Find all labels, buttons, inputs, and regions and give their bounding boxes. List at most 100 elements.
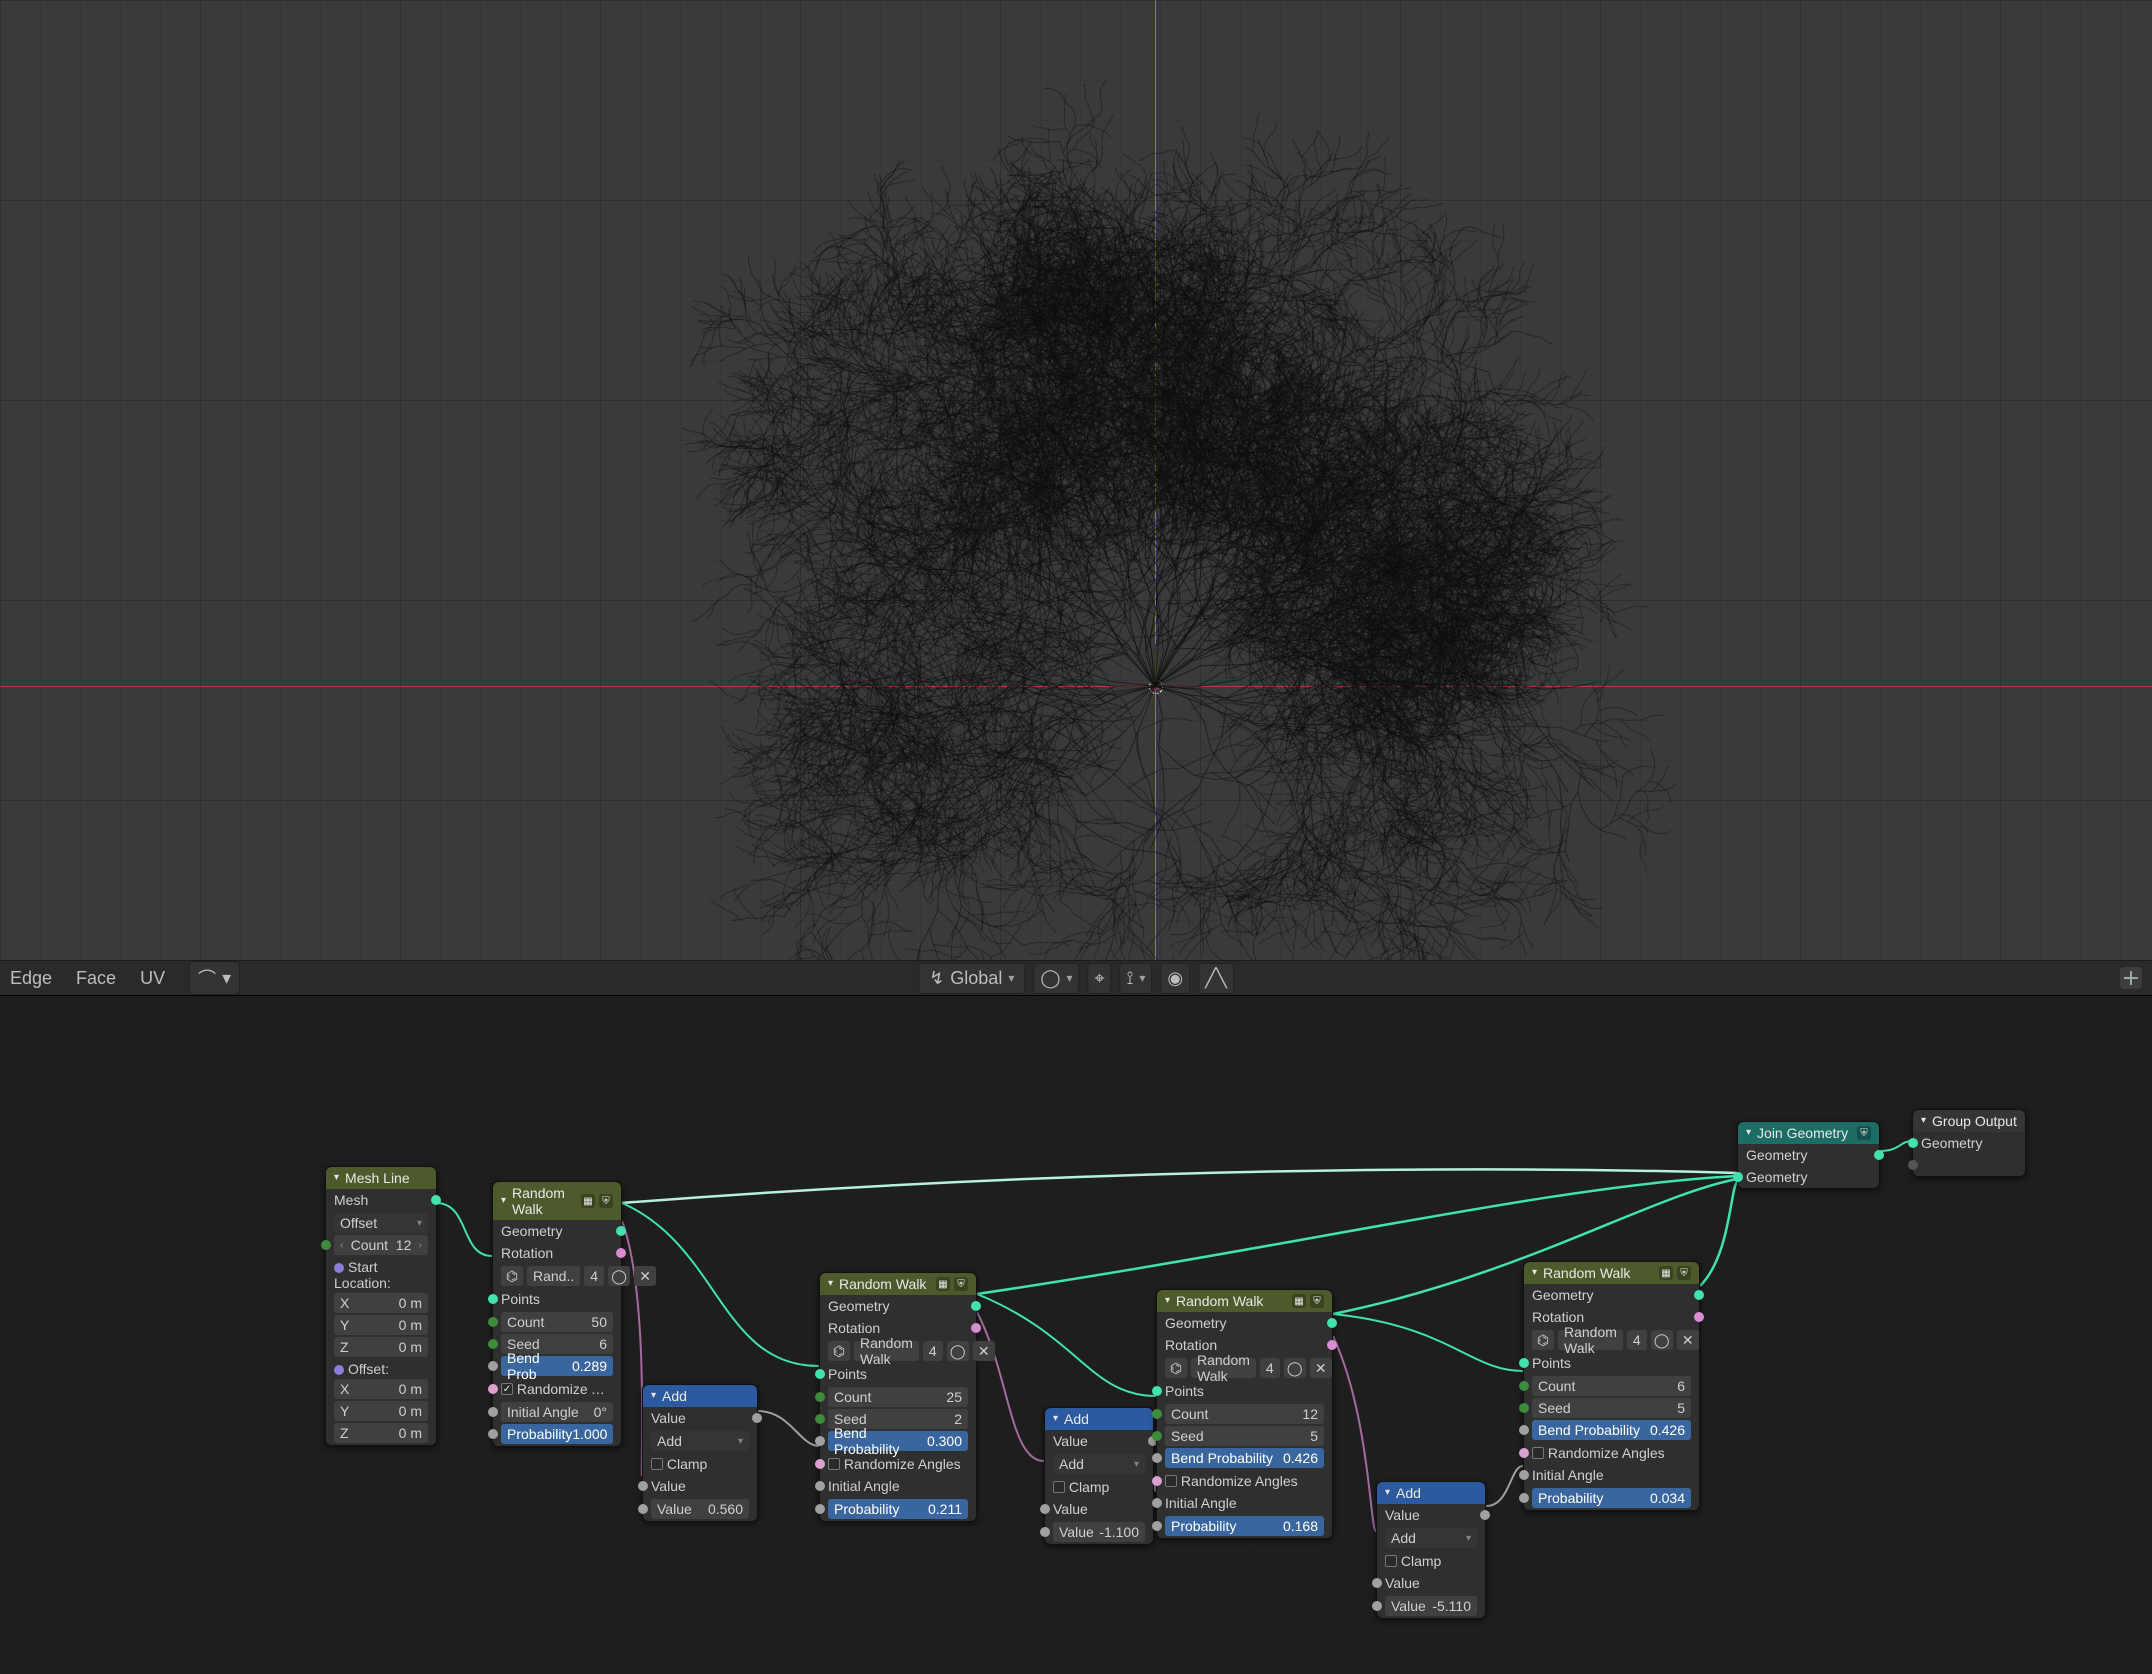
- pivot-dropdown[interactable]: ◯▾: [1033, 963, 1079, 994]
- node-title: Random Walk: [839, 1276, 926, 1292]
- node-random-walk-4[interactable]: ▾Random Walk▦⛨ Geometry Rotation ⌬ Rando…: [1523, 1261, 1700, 1511]
- link-name[interactable]: Random Walk: [854, 1341, 919, 1361]
- probability-field[interactable]: Probability1.000: [501, 1424, 613, 1444]
- nav-gizmo[interactable]: [2120, 967, 2142, 989]
- node-group-link[interactable]: ⌬ Random Walk 4 ◯ ✕: [1532, 1330, 1691, 1350]
- count-field[interactable]: Count25: [828, 1387, 968, 1407]
- count-field[interactable]: Count50: [501, 1312, 613, 1332]
- operation-dropdown[interactable]: Add▾: [1385, 1528, 1477, 1548]
- node-mesh-line[interactable]: ▾Mesh Line Mesh Offset▾ ‹Count 12› Start…: [325, 1166, 437, 1446]
- node-join-geometry[interactable]: ▾Join Geometry⛨ Geometry Geometry: [1737, 1121, 1880, 1189]
- node-links: [0, 996, 2152, 1674]
- node-icon[interactable]: ▦: [1659, 1266, 1673, 1280]
- link-name[interactable]: Random Walk: [1191, 1358, 1256, 1378]
- randomize-angles-check[interactable]: Randomize Angles: [493, 1378, 621, 1400]
- count-field[interactable]: Count6: [1532, 1376, 1691, 1396]
- unlink-icon[interactable]: ✕: [634, 1266, 656, 1286]
- collapse-icon[interactable]: ▾: [651, 1390, 656, 1401]
- shield-icon[interactable]: ⛨: [1310, 1294, 1324, 1308]
- node-group-link[interactable]: ⌬ Random Walk 4 ◯ ✕: [828, 1341, 968, 1361]
- value-field[interactable]: Value0.560: [651, 1499, 749, 1519]
- fake-user-icon[interactable]: ◯: [1284, 1358, 1306, 1378]
- mode-uv[interactable]: UV: [140, 968, 165, 989]
- node-title: Add: [1396, 1485, 1421, 1501]
- fake-user-icon[interactable]: ◯: [608, 1266, 630, 1286]
- mode-face[interactable]: Face: [76, 968, 116, 989]
- collapse-icon[interactable]: ▾: [334, 1172, 339, 1183]
- unlink-icon[interactable]: ✕: [1677, 1330, 1699, 1350]
- node-random-walk-1[interactable]: ▾Random Walk▦⛨ Geometry Rotation ⌬ Rand.…: [492, 1181, 622, 1447]
- collapse-icon[interactable]: ▾: [501, 1195, 506, 1206]
- initial-angle-field[interactable]: Initial Angle0°: [501, 1402, 613, 1422]
- collapse-icon[interactable]: ▾: [1746, 1127, 1751, 1138]
- count-field[interactable]: ‹Count 12›: [334, 1235, 428, 1255]
- collapse-icon[interactable]: ▾: [1532, 1267, 1537, 1278]
- fake-user-icon[interactable]: ◯: [947, 1341, 969, 1361]
- node-icon[interactable]: ▦: [936, 1277, 950, 1291]
- start-y[interactable]: Y0 m: [334, 1315, 428, 1335]
- transform-orientation[interactable]: ↯ Global ▾: [918, 963, 1025, 994]
- node-editor[interactable]: ▾Mesh Line Mesh Offset▾ ‹Count 12› Start…: [0, 996, 2152, 1674]
- bend-probability-field[interactable]: Bend Probability0.426: [1165, 1448, 1324, 1468]
- offset-y[interactable]: Y0 m: [334, 1401, 428, 1421]
- bend-probability-field[interactable]: Bend Probability0.300: [828, 1431, 968, 1451]
- randomize-angles-check[interactable]: Randomize Angles: [1157, 1470, 1332, 1492]
- shield-icon[interactable]: ⛨: [1677, 1266, 1691, 1280]
- node-group-link[interactable]: ⌬ Random Walk 4 ◯ ✕: [1165, 1358, 1324, 1378]
- count-field[interactable]: Count12: [1165, 1404, 1324, 1424]
- offset-x[interactable]: X0 m: [334, 1379, 428, 1399]
- value-field[interactable]: Value-5.110: [1385, 1596, 1477, 1616]
- shield-icon[interactable]: ⛨: [954, 1277, 968, 1291]
- node-add-2[interactable]: ▾Add Value Add▾ Clamp Value Value-1.100: [1044, 1407, 1154, 1545]
- shield-icon[interactable]: ⛨: [1857, 1126, 1871, 1140]
- probability-field[interactable]: Probability0.168: [1165, 1516, 1324, 1536]
- probability-field[interactable]: Probability0.034: [1532, 1488, 1691, 1508]
- node-add-3[interactable]: ▾Add Value Add▾ Clamp Value Value-5.110: [1376, 1481, 1486, 1619]
- operation-dropdown[interactable]: Add▾: [651, 1431, 749, 1451]
- falloff-dropdown[interactable]: ⌒▾: [189, 961, 240, 995]
- probability-field[interactable]: Probability0.211: [828, 1499, 968, 1519]
- node-group-output[interactable]: ▾Group Output Geometry: [1912, 1109, 2026, 1177]
- node-random-walk-3[interactable]: ▾Random Walk▦⛨ Geometry Rotation ⌬ Rando…: [1156, 1289, 1333, 1539]
- clamp-check[interactable]: Clamp: [1377, 1550, 1485, 1572]
- node-random-walk-2[interactable]: ▾Random Walk▦⛨ Geometry Rotation ⌬ Rando…: [819, 1272, 977, 1522]
- randomize-angles-check[interactable]: Randomize Angles: [1524, 1442, 1699, 1464]
- snap-toggle[interactable]: ⌖: [1088, 963, 1112, 994]
- node-add-1[interactable]: ▾Add Value Add▾ Clamp Value Value0.560: [642, 1384, 758, 1522]
- operation-dropdown[interactable]: Add▾: [1053, 1454, 1145, 1474]
- collapse-icon[interactable]: ▾: [1165, 1295, 1170, 1306]
- snap-target-dropdown[interactable]: ⟟▾: [1120, 963, 1153, 994]
- proportional-edit-toggle[interactable]: ◉: [1160, 963, 1190, 994]
- seed-field[interactable]: Seed5: [1532, 1398, 1691, 1418]
- socket-out-rotation: Rotation: [1165, 1337, 1324, 1353]
- clamp-check[interactable]: Clamp: [1045, 1476, 1153, 1498]
- link-name[interactable]: Random Walk: [1558, 1330, 1623, 1350]
- falloff-curve[interactable]: ╱╲: [1198, 963, 1234, 994]
- bend-probability-field[interactable]: Bend Prob0.289: [501, 1356, 613, 1376]
- collapse-icon[interactable]: ▾: [1921, 1115, 1926, 1126]
- collapse-icon[interactable]: ▾: [828, 1278, 833, 1289]
- mode-edge[interactable]: Edge: [10, 968, 52, 989]
- collapse-icon[interactable]: ▾: [1053, 1413, 1058, 1424]
- viewport-3d[interactable]: [0, 0, 2152, 960]
- randomize-angles-check[interactable]: Randomize Angles: [820, 1453, 976, 1475]
- offset-z[interactable]: Z0 m: [334, 1423, 428, 1443]
- seed-field[interactable]: Seed5: [1165, 1426, 1324, 1446]
- node-icon[interactable]: ▦: [1292, 1294, 1306, 1308]
- start-z[interactable]: Z0 m: [334, 1337, 428, 1357]
- node-group-link[interactable]: ⌬ Rand.. 4 ◯ ✕: [501, 1266, 613, 1286]
- fake-user-icon[interactable]: ◯: [1651, 1330, 1673, 1350]
- start-x[interactable]: X0 m: [334, 1293, 428, 1313]
- node-icon[interactable]: ▦: [581, 1194, 595, 1208]
- socket-out-mesh: Mesh: [334, 1192, 428, 1208]
- collapse-icon[interactable]: ▾: [1385, 1487, 1390, 1498]
- shield-icon[interactable]: ⛨: [599, 1194, 613, 1208]
- unlink-icon[interactable]: ✕: [973, 1341, 995, 1361]
- bend-probability-field[interactable]: Bend Probability0.426: [1532, 1420, 1691, 1440]
- clamp-check[interactable]: Clamp: [643, 1453, 757, 1475]
- link-name[interactable]: Rand..: [527, 1266, 580, 1286]
- socket-out-rotation: Rotation: [501, 1245, 613, 1261]
- value-field[interactable]: Value-1.100: [1053, 1522, 1145, 1542]
- unlink-icon[interactable]: ✕: [1310, 1358, 1332, 1378]
- mode-dropdown[interactable]: Offset▾: [334, 1213, 428, 1233]
